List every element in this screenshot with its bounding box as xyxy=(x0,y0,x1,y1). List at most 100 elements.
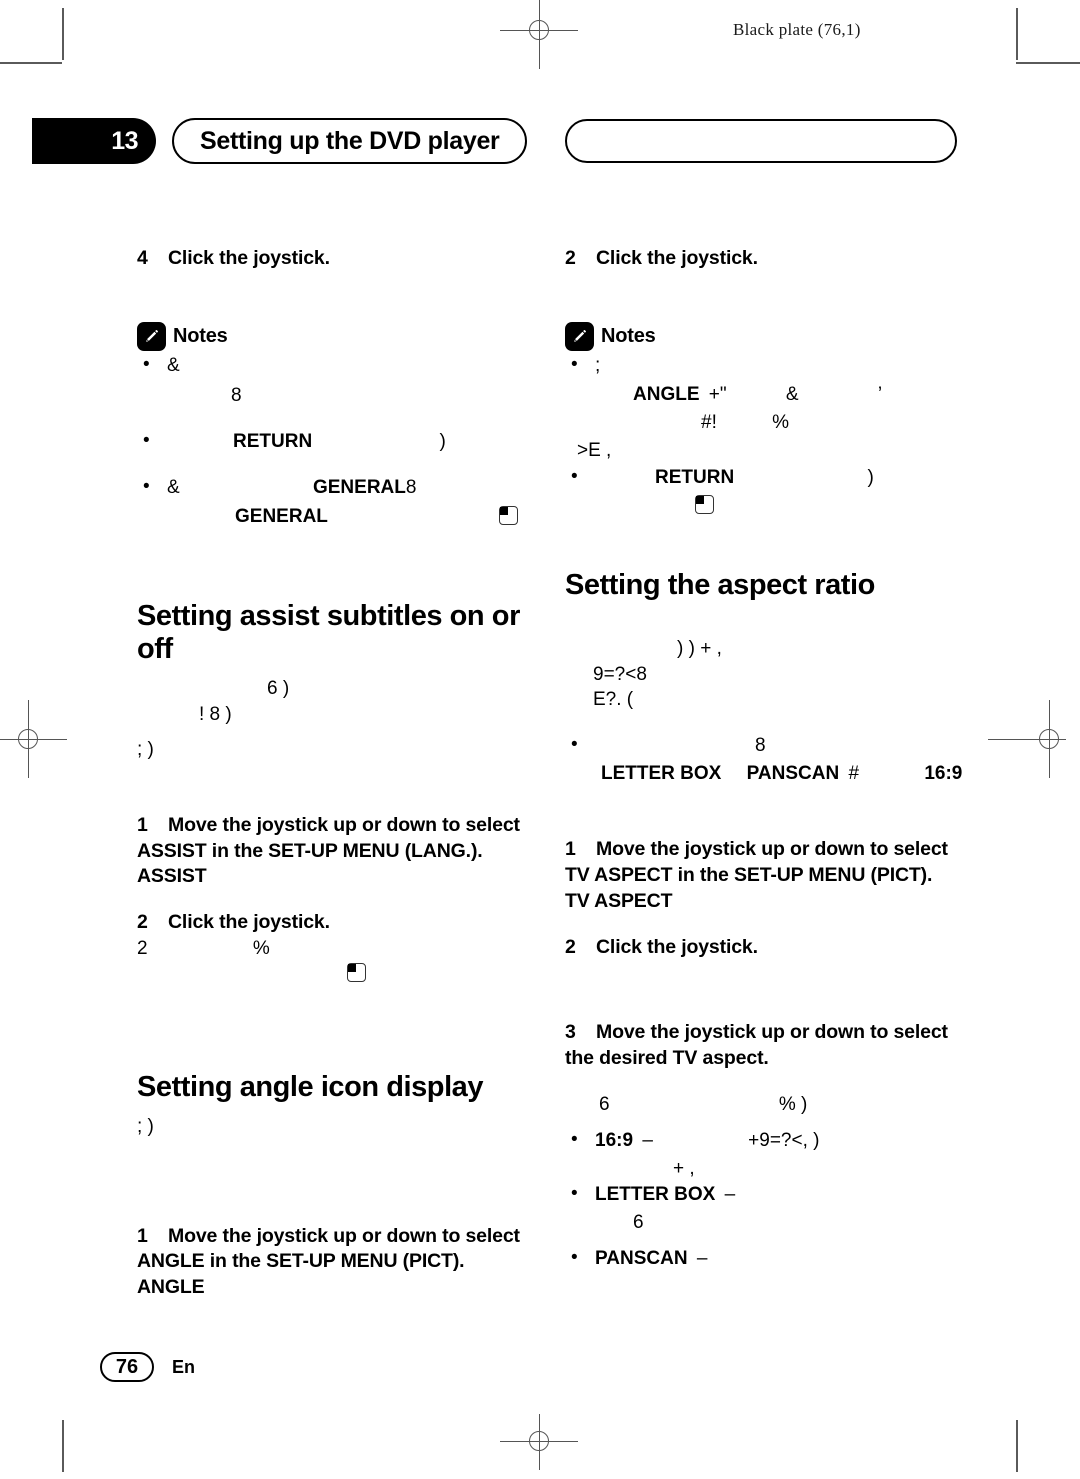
stop-icon xyxy=(347,963,366,983)
aspect-note-bold-3: 16:9 xyxy=(924,763,963,785)
assist-body-line-1: 6 ) xyxy=(137,676,537,702)
chapter-number-badge: 13 xyxy=(32,118,156,164)
assist-body-line-3: ; ) xyxy=(137,737,537,763)
aspect-options-list: 16:9 – +9=?<, ) + , LETTER BOX – 6 PANSC… xyxy=(565,1126,965,1273)
registration-mark-bottom xyxy=(500,1414,578,1470)
pencil-icon xyxy=(137,321,166,351)
stop-icon xyxy=(499,505,519,525)
aspect-step-3-line-1: Move the joystick up or down to select xyxy=(596,1021,948,1044)
assist-body-text-1: 6 ) xyxy=(267,677,290,699)
angle-step-1: 1 Move the joystick up or down to select … xyxy=(137,1224,537,1301)
left-note-1-line2: 8 xyxy=(231,384,242,406)
left-note-3-pre: & xyxy=(167,477,180,499)
left-step-4-number: 4 xyxy=(137,247,148,269)
chapter-header: 13 Setting up the DVD player xyxy=(32,118,1042,164)
right-note-1-line1: ; xyxy=(595,354,601,376)
assist-step-2-after: 2 % xyxy=(137,936,537,962)
right-note-1-line3-b: % xyxy=(772,412,790,434)
page-number: 76 xyxy=(100,1352,154,1382)
right-note-item-1: ; ANGLE +" & ’ #! % >E , xyxy=(565,352,965,465)
registration-mark-top xyxy=(500,0,578,69)
left-note-3-after-1: 8 xyxy=(405,477,417,499)
stop-icon xyxy=(695,494,714,514)
right-column: 2 Click the joystick. Notes ; ANGLE +" & … xyxy=(565,246,965,1273)
angle-step-1-line-2: ANGLE in the SET-UP MENU (PICT). xyxy=(137,1250,465,1273)
aspect-option-letter-box-dash: – xyxy=(724,1183,736,1205)
aspect-option-letter-box-sub: 6 xyxy=(633,1212,644,1234)
crop-mark-top-left-vertical xyxy=(62,8,64,60)
left-step-4-text: Click the joystick. xyxy=(168,247,330,269)
black-plate-label: Black plate (76,1) xyxy=(733,20,861,39)
aspect-option-16-9: 16:9 – +9=?<, ) + , xyxy=(565,1126,965,1182)
left-notes-list: & 8 RETURN ) & GENERAL8 GENERAL xyxy=(137,352,537,530)
assist-body-text-2: ! 8 ) xyxy=(199,703,232,725)
left-notes-header: Notes xyxy=(137,321,537,351)
right-note-2-bold: RETURN xyxy=(655,466,735,488)
manual-page: Black plate (76,1) 13 Setting up the DVD… xyxy=(0,0,1080,1479)
registration-mark-left xyxy=(0,700,67,778)
chapter-blank-box xyxy=(565,119,957,163)
aspect-body-text-1: ) ) + , xyxy=(677,638,722,660)
language-code: En xyxy=(172,1356,196,1377)
assist-step-1: 1 Move the joystick up or down to select … xyxy=(137,813,537,890)
aspect-body-line-3: E?. ( xyxy=(565,687,965,713)
aspect-step-1: 1 Move the joystick up or down to select … xyxy=(565,837,965,914)
aspect-option-letter-box-label: LETTER BOX xyxy=(595,1183,716,1205)
left-notes-label: Notes xyxy=(173,324,228,347)
aspect-note-bold-1: LETTER BOX xyxy=(601,763,722,785)
assist-step-2-after-2: % xyxy=(252,937,270,959)
right-heading-aspect-ratio: Setting the aspect ratio xyxy=(565,569,875,602)
left-note-2-bold: RETURN xyxy=(233,431,313,453)
right-notes-list: ; ANGLE +" & ’ #! % >E , RETURN ) xyxy=(565,352,965,519)
aspect-step-1-number: 1 xyxy=(565,838,576,861)
aspect-option-panscan-dash: – xyxy=(696,1248,708,1270)
aspect-note-list: 8 LETTER BOX PANSCAN # 16:9 xyxy=(565,732,965,787)
left-note-item-3: & GENERAL8 GENERAL xyxy=(137,474,537,529)
page-footer: 76 En xyxy=(100,1352,195,1382)
assist-step-1-line-2: ASSIST in the SET-UP MENU (LANG.). xyxy=(137,839,483,862)
left-note-3-bold-1: GENERAL xyxy=(312,477,406,499)
left-note-item-1: & 8 xyxy=(137,352,537,409)
angle-body-text-1: ; ) xyxy=(137,1116,154,1138)
angle-step-1-line-3: ANGLE xyxy=(137,1276,205,1299)
right-note-1-bold: ANGLE xyxy=(633,383,700,405)
right-note-1-line4: >E , xyxy=(577,440,612,462)
aspect-option-panscan: PANSCAN – xyxy=(565,1245,965,1272)
aspect-after3-b: % ) xyxy=(778,1093,808,1115)
left-column: 4 Click the joystick. Notes & 8 RETURN xyxy=(137,246,537,1301)
registration-mark-right xyxy=(988,700,1066,778)
aspect-note-item: 8 LETTER BOX PANSCAN # 16:9 xyxy=(565,732,965,787)
aspect-step-1-line-1: Move the joystick up or down to select xyxy=(596,838,948,861)
assist-step-2-number: 2 xyxy=(137,911,148,934)
left-note-2-tail: ) xyxy=(439,431,446,453)
right-note-1-c: ’ xyxy=(877,383,883,405)
right-notes-header: Notes xyxy=(565,321,965,351)
left-note-item-2: RETURN ) xyxy=(137,428,537,455)
assist-body-line-2: ! 8 ) xyxy=(137,702,537,728)
aspect-step-3-line-2: the desired TV aspect. xyxy=(565,1047,769,1070)
assist-step-2-after-1: 2 xyxy=(137,937,148,959)
assist-step-2-text: Click the joystick. xyxy=(168,911,330,934)
right-note-2-tail: ) xyxy=(867,466,874,488)
assist-step-1-line-3: ASSIST xyxy=(137,865,207,888)
assist-body-text-3: ; ) xyxy=(137,739,154,761)
pencil-icon xyxy=(565,321,594,351)
angle-step-1-number: 1 xyxy=(137,1224,148,1247)
right-note-1-b: & xyxy=(785,383,799,405)
aspect-option-16-9-sub: + , xyxy=(673,1157,695,1179)
chapter-title: Setting up the DVD player xyxy=(172,118,528,164)
left-note-1-line1: & xyxy=(167,354,180,376)
aspect-step-3: 3 Move the joystick up or down to select … xyxy=(565,1020,965,1071)
crop-mark-bottom-left-vertical xyxy=(62,1420,64,1472)
left-note-3-bold-2: GENERAL xyxy=(235,505,328,527)
aspect-option-panscan-label: PANSCAN xyxy=(595,1248,688,1270)
right-note-1-line3-a: #! xyxy=(701,412,717,434)
left-heading-angle-icon-display: Setting angle icon display xyxy=(137,1071,484,1104)
aspect-step-2: 2 Click the joystick. xyxy=(565,935,965,961)
aspect-note-line-1: 8 xyxy=(755,735,766,757)
assist-step-2: 2 Click the joystick. xyxy=(137,910,537,936)
aspect-body-text-2: 9=?<8 xyxy=(593,663,647,685)
left-step-4: 4 Click the joystick. xyxy=(137,246,537,272)
aspect-step-3-after: 6 % ) xyxy=(565,1092,965,1118)
aspect-step-1-line-3: TV ASPECT xyxy=(565,889,673,912)
